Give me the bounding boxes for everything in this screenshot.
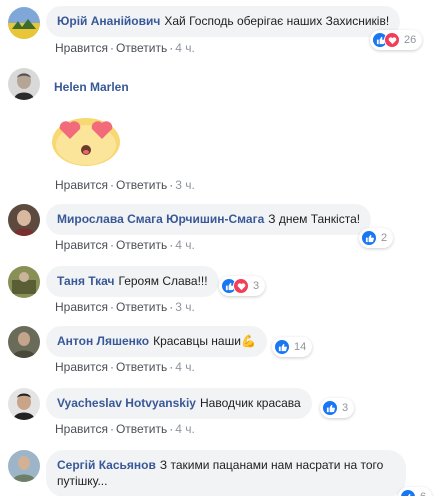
avatar[interactable] [8,326,40,358]
reaction-summary[interactable]: 3 [320,398,355,418]
reply-link[interactable]: Ответить [116,178,167,192]
reaction-summary[interactable]: 6 [398,487,433,496]
comment-actions: Нравится · Ответить · 4 ч. [55,41,195,55]
comment-actions: Нравится · Ответить · 3 ч. [55,178,195,192]
reaction-count: 14 [294,341,307,353]
comment-author[interactable]: Мирослава Смага Юрчишин-Смага [57,212,264,226]
reaction-summary[interactable]: 14 [272,337,313,357]
reaction-summary[interactable]: 26 [370,30,423,50]
like-icon [400,489,416,496]
comment-bubble: Юрій Ананійович Хай Господь оберігає наши… [46,6,401,37]
reaction-count: 2 [381,232,388,244]
like-link[interactable]: Нравится [55,422,108,436]
comment-text: З днем Танкіста! [268,212,361,226]
reaction-count: 6 [420,491,426,496]
avatar[interactable] [8,7,40,39]
reply-link[interactable]: Ответить [116,41,167,55]
avatar[interactable] [8,450,40,482]
comment-actions: Нравится · Ответить · 4 ч. [55,360,195,374]
avatar[interactable] [8,266,40,298]
like-link[interactable]: Нравится [55,360,108,374]
reaction-summary[interactable]: 2 [359,228,394,248]
love-icon [233,278,249,294]
comment-bubble: Таня Ткач Героям Слава!!! [46,266,219,297]
reply-link[interactable]: Ответить [116,300,167,314]
comment-text: Наводчик красава [199,396,301,410]
comment-text-continued: путішку... [57,474,108,488]
comment-author[interactable]: Таня Ткач [57,274,115,288]
like-icon [274,339,290,355]
avatar[interactable] [8,68,40,100]
reply-link[interactable]: Ответить [116,360,167,374]
avatar[interactable] [8,388,40,420]
reaction-count: 26 [404,34,417,46]
like-icon [361,230,377,246]
avatar[interactable] [8,204,40,236]
comment-text: Хай Господь оберігає наших Захисників! [164,14,390,28]
flexed-biceps-emoji: 💪 [240,334,256,348]
comment-time[interactable]: 3 ч. [175,300,195,314]
comment-bubble: Vyacheslav Hotvyanskiy Наводчик красава [46,388,312,419]
comment-bubble: Мирослава Смага Юрчишин-Смага З днем Танк… [46,204,372,235]
comment-bubble: Helen Marlen [46,72,144,103]
comment-time[interactable]: 4 ч. [175,422,195,436]
comment-author[interactable]: Юрій Ананійович [57,14,160,28]
like-icon [322,400,338,416]
heart-eyes-sticker [48,112,124,168]
comment-time[interactable]: 4 ч. [175,238,195,252]
comment-author[interactable]: Helen Marlen [54,80,129,94]
comment-time[interactable]: 4 ч. [175,41,195,55]
comment-actions: Нравится · Ответить · 4 ч. [55,422,195,436]
like-link[interactable]: Нравится [55,238,108,252]
comment-time[interactable]: 3 ч. [175,178,195,192]
like-link[interactable]: Нравится [55,41,108,55]
comment-text: Героям Слава!!! [118,274,208,288]
comment-actions: Нравится · Ответить · 4 ч. [55,238,195,252]
comment-bubble: Сергій Касьянов З такими пацанами нам нас… [46,450,406,496]
reaction-count: 3 [253,280,260,292]
comment-author[interactable]: Антон Ляшенко [57,334,149,348]
comment-text: Красавцы наши [153,334,241,348]
like-link[interactable]: Нравится [55,178,108,192]
reply-link[interactable]: Ответить [116,422,167,436]
like-link[interactable]: Нравится [55,300,108,314]
comment-text: З такими пацанами нам насрати на того [159,458,384,472]
comment-author[interactable]: Сергій Касьянов [57,458,156,472]
comment-actions: Нравится · Ответить · 3 ч. [55,300,195,314]
reaction-summary[interactable]: 3 [219,276,266,296]
comment-author[interactable]: Vyacheslav Hotvyanskiy [57,396,196,410]
comment-bubble: Антон Ляшенко Красавцы наши💪 [46,326,267,357]
love-icon [384,32,400,48]
reaction-count: 3 [342,402,349,414]
reply-link[interactable]: Ответить [116,238,167,252]
comment-time[interactable]: 4 ч. [175,360,195,374]
